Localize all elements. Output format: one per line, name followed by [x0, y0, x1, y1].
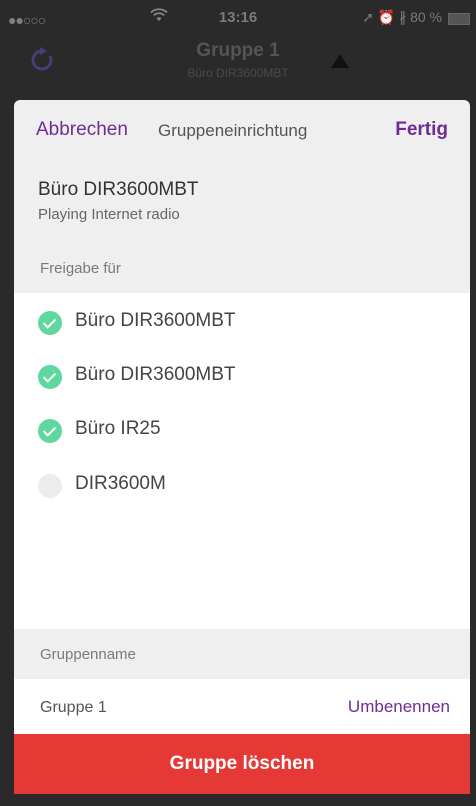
- device-status: Playing Internet radio: [38, 206, 180, 223]
- checkmark-circle-icon: [38, 365, 62, 389]
- empty-circle-icon: [38, 474, 62, 498]
- status-bar: ●●○○○ 13:16 ➚ ⏰ ∦ 80 %: [0, 0, 476, 40]
- delete-group-button[interactable]: Gruppe löschen: [14, 734, 470, 794]
- checkmark-circle-icon: [38, 311, 62, 335]
- group-setup-sheet: Abbrechen Gruppeneinrichtung Fertig Büro…: [14, 100, 470, 794]
- group-name-value: Gruppe 1: [40, 699, 107, 716]
- done-button[interactable]: Fertig: [395, 119, 448, 141]
- group-name-row: Gruppe 1 Umbenennen: [14, 679, 470, 735]
- cancel-button[interactable]: Abbrechen: [36, 119, 128, 141]
- device-row-label: Büro DIR3600MBT: [75, 310, 236, 331]
- device-row[interactable]: Büro IR25: [14, 404, 470, 458]
- background-subtitle: Büro DIR3600MBT: [187, 66, 289, 80]
- device-name: Büro DIR3600MBT: [38, 179, 199, 200]
- checkmark-circle-icon: [38, 419, 62, 443]
- sheet-title: Gruppeneinrichtung: [158, 121, 308, 140]
- device-row-label: DIR3600M: [75, 473, 166, 494]
- device-row-label: Büro DIR3600MBT: [75, 364, 236, 385]
- status-indicators: ➚ ⏰ ∦ 80 %: [362, 9, 442, 25]
- device-row[interactable]: Büro DIR3600MBT: [14, 296, 470, 350]
- triangle-up-icon: [331, 54, 349, 68]
- group-name-section-label: Gruppenname: [40, 646, 136, 663]
- share-section-label: Freigabe für: [40, 260, 121, 277]
- background-header: Gruppe 1 Büro DIR3600MBT: [0, 40, 476, 102]
- device-row-label: Büro IR25: [75, 418, 161, 439]
- device-row[interactable]: Büro DIR3600MBT: [14, 350, 470, 404]
- rename-button[interactable]: Umbenennen: [348, 697, 450, 717]
- device-row[interactable]: DIR3600M: [14, 459, 470, 513]
- sheet-nav-bar: Abbrechen Gruppeneinrichtung Fertig: [14, 100, 470, 158]
- device-list: Büro DIR3600MBT Büro DIR3600MBT Büro IR2…: [14, 293, 470, 629]
- battery-icon: [448, 13, 470, 25]
- background-title: Gruppe 1: [196, 40, 280, 61]
